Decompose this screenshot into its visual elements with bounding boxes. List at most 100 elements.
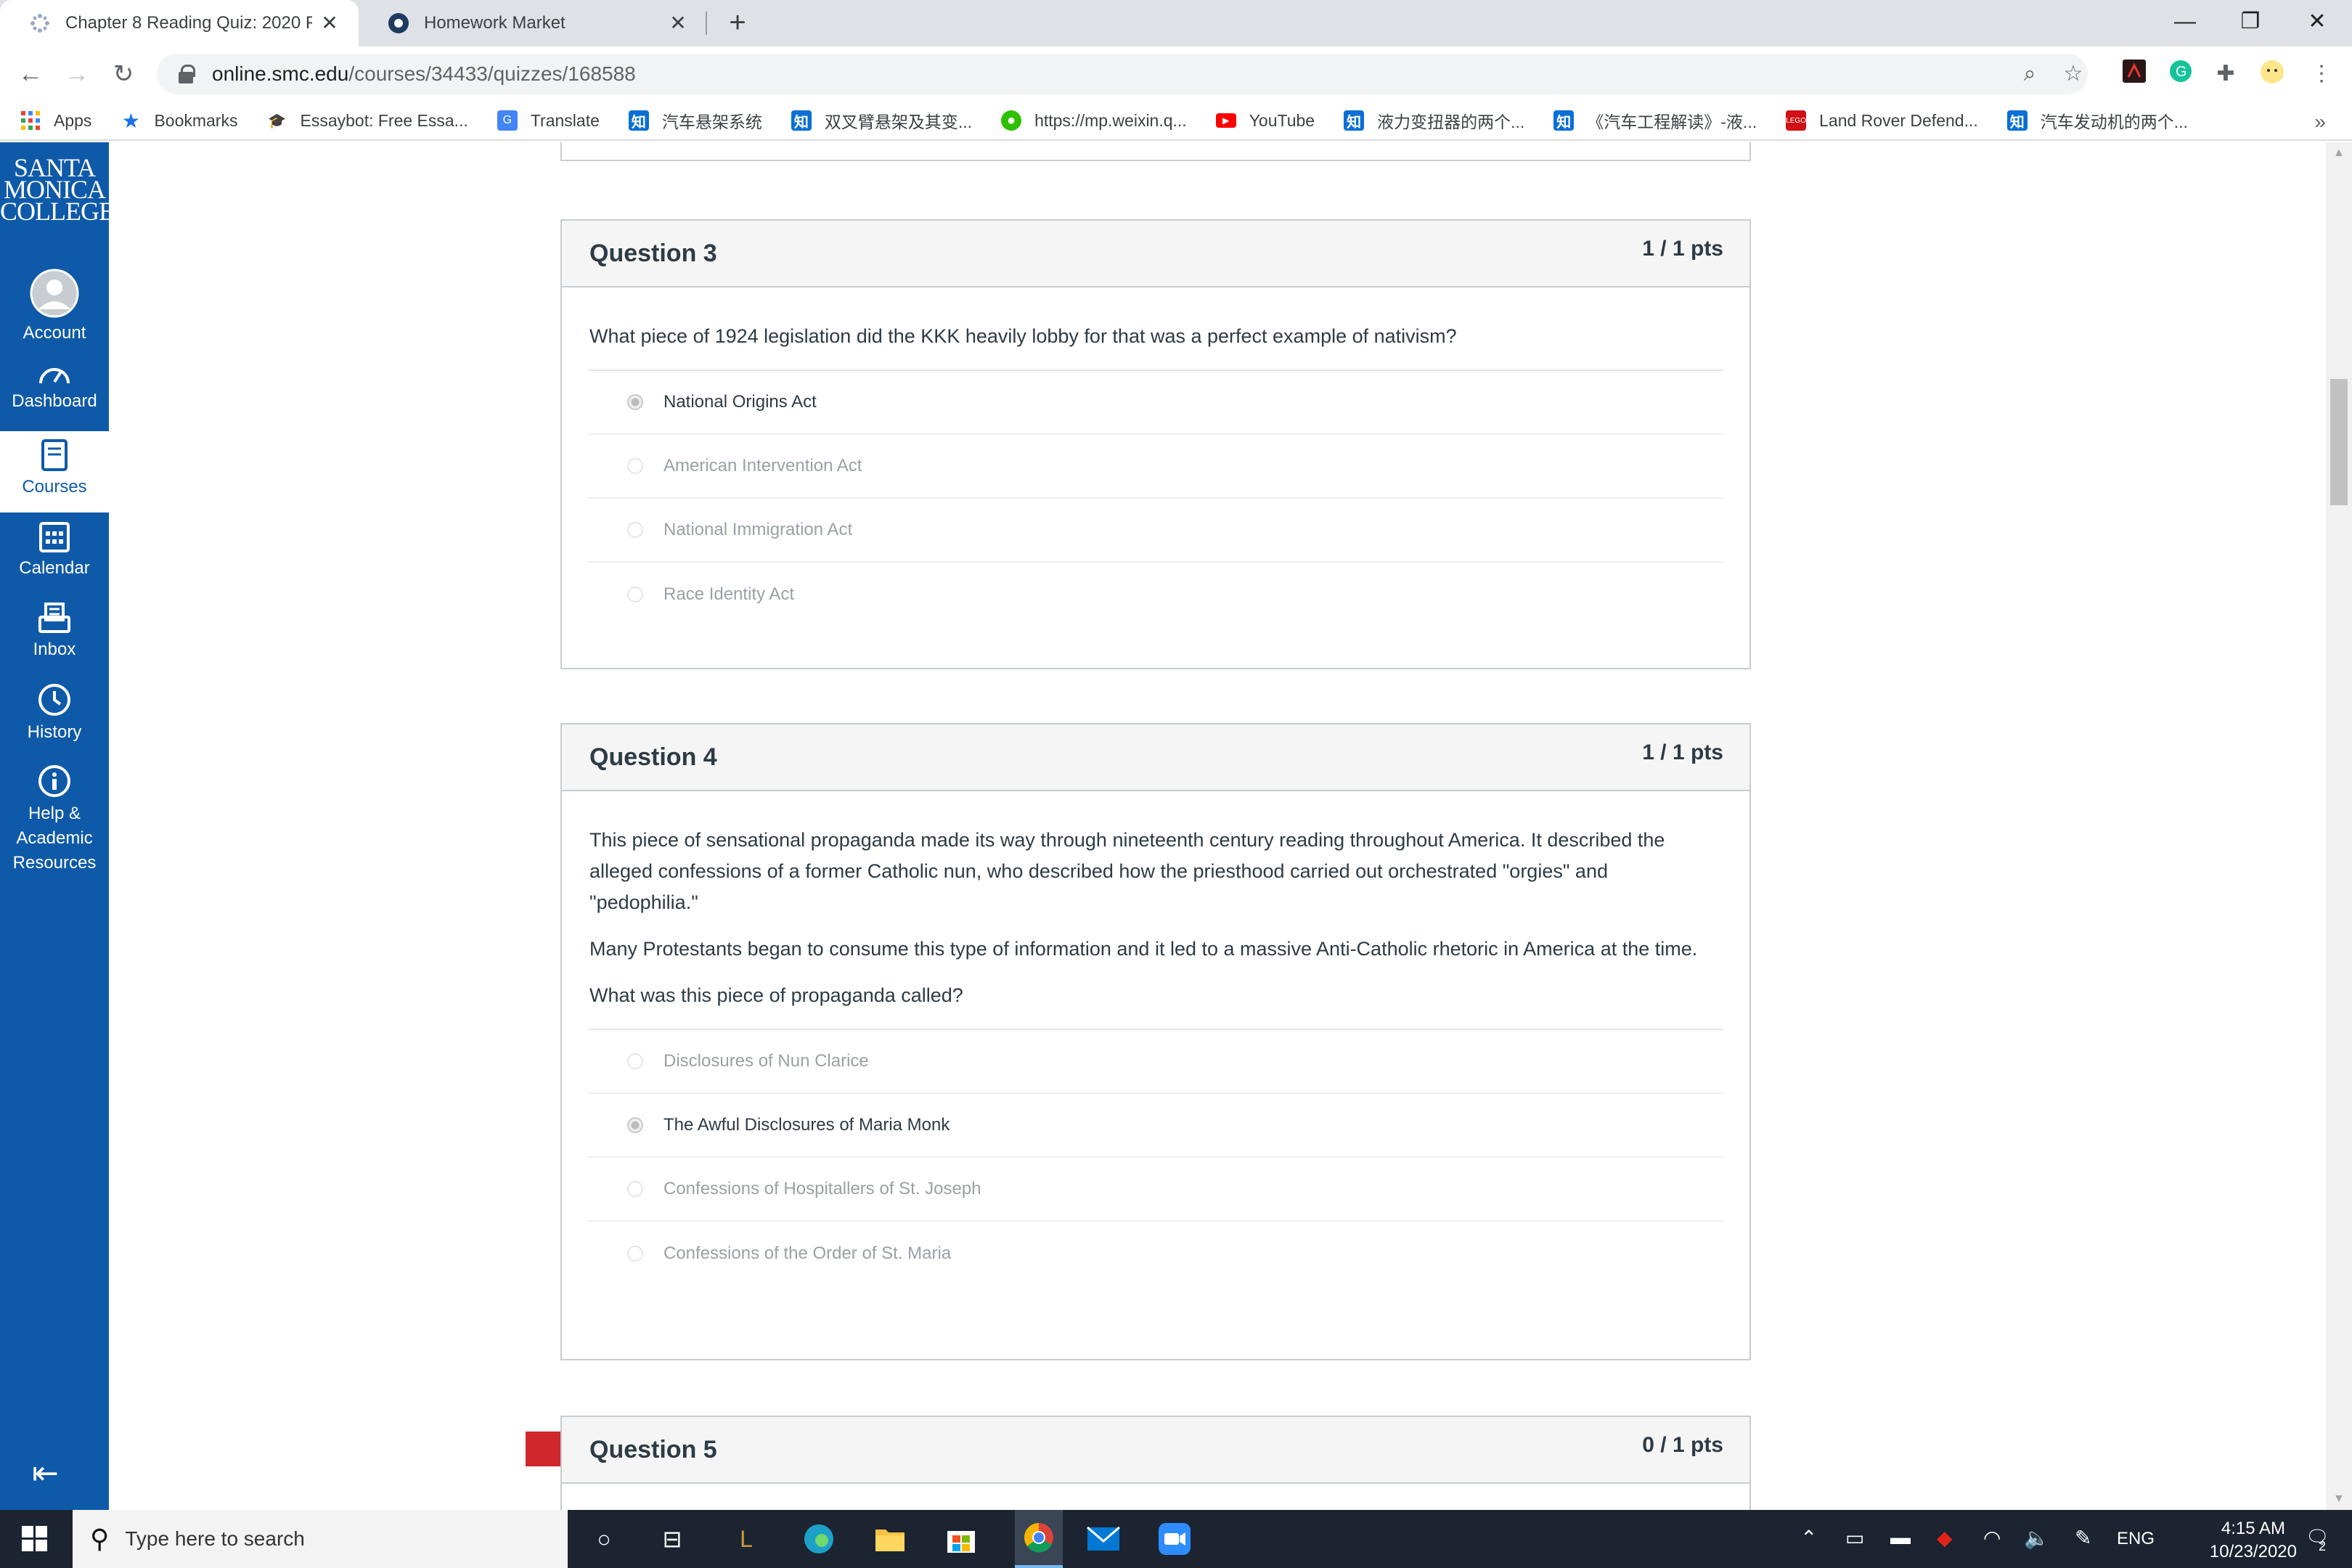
scrollbar-thumb[interactable] <box>2330 379 2348 505</box>
show-hidden-icons-icon[interactable]: ⌃ <box>1800 1526 1817 1550</box>
bookmark-bookmarks[interactable]: ★ Bookmarks <box>121 110 238 132</box>
radio-button[interactable] <box>627 1246 643 1262</box>
tab-homework-market[interactable]: Homework Market ✕ <box>359 0 707 46</box>
homework-market-favicon-icon <box>388 12 409 34</box>
radio-button[interactable] <box>627 458 643 474</box>
zhihu-icon: 知 <box>628 110 649 131</box>
new-tab-button[interactable]: + <box>723 8 752 38</box>
vivaldi-icon[interactable]: ◆ <box>1937 1526 1953 1550</box>
zhihu-icon: 知 <box>1344 110 1365 131</box>
canvas-favicon-icon <box>29 12 51 34</box>
back-icon[interactable]: ← <box>15 58 46 90</box>
browser-toolbar: ← → ↻ online.smc.edu/courses/34433/quizz… <box>0 46 2352 102</box>
scroll-down-icon[interactable]: ▼ <box>2333 1493 2345 1506</box>
pen-icon[interactable]: ✎ <box>2075 1526 2091 1550</box>
page-scrollbar[interactable]: ▲ ▼ <box>2326 142 2352 1510</box>
bookmark-zhihu-3[interactable]: 知 液力变扭器的两个... <box>1344 108 1524 133</box>
nav-dashboard[interactable]: Dashboard <box>0 360 109 414</box>
bookmark-youtube[interactable]: ▶ YouTube <box>1215 111 1315 131</box>
notifications-icon[interactable]: 🗨 <box>2306 1526 2329 1548</box>
answer-option[interactable]: American Intervention Act <box>588 435 1723 499</box>
mail-icon[interactable] <box>1086 1522 1121 1556</box>
collapse-nav-icon[interactable]: ⇤ <box>32 1455 59 1492</box>
radio-button[interactable] <box>627 522 643 538</box>
answer-option[interactable]: Confessions of the Order of St. Maria <box>588 1222 1723 1286</box>
adobe-extension-icon[interactable] <box>2120 60 2149 89</box>
extensions-puzzle-icon[interactable]: ✚ <box>2211 60 2240 89</box>
bookmark-translate[interactable]: G Translate <box>497 110 600 131</box>
radio-button[interactable] <box>627 587 643 603</box>
grammarly-extension-icon[interactable]: G <box>2166 60 2195 89</box>
radio-button[interactable] <box>627 1117 643 1133</box>
zoom-icon[interactable]: ⌕ <box>2015 60 2044 89</box>
bookmark-zhihu-5[interactable]: 知 汽车发动机的两个... <box>2006 108 2188 133</box>
lock-icon <box>179 65 195 83</box>
bookmark-zhihu-1[interactable]: 知 汽车悬架系统 <box>628 108 762 133</box>
chrome-taskbar-icon[interactable] <box>1015 1510 1063 1568</box>
santa-monica-college-logo[interactable]: SANTA MONICA COLLEGE <box>0 155 115 224</box>
bookmark-land-rover[interactable]: LEGO Land Rover Defend... <box>1786 110 1978 131</box>
taskbar-search-box[interactable]: ⚲ Type here to search <box>73 1510 568 1568</box>
chrome-menu-icon[interactable]: ⋮ <box>2307 60 2336 89</box>
taskbar-clock[interactable]: 4:15 AM 10/23/2020 <box>2210 1517 2297 1564</box>
nav-calendar[interactable]: Calendar <box>0 520 109 581</box>
radio-button[interactable] <box>627 394 643 410</box>
bookmark-zhihu-4[interactable]: 知 《汽车工程解读》-液... <box>1553 108 1757 133</box>
answer-option[interactable]: Confessions of Hospitallers of St. Josep… <box>588 1158 1723 1222</box>
scroll-up-icon[interactable]: ▲ <box>2333 147 2345 160</box>
answer-option-selected[interactable]: The Awful Disclosures of Maria Monk <box>588 1094 1723 1158</box>
help-info-icon <box>38 765 70 797</box>
notifications-count: 2 <box>2319 1539 2327 1553</box>
close-window-icon[interactable]: ✕ <box>2295 6 2339 38</box>
nav-courses[interactable]: Courses <box>0 431 109 513</box>
bookmark-weixin[interactable]: ● https://mp.weixin.q... <box>1001 110 1187 131</box>
nav-account[interactable]: Account <box>0 269 109 346</box>
bookmarks-bar: Apps ★ Bookmarks 🎓 Essaybot: Free Essa..… <box>0 102 2352 141</box>
windows-start-icon[interactable] <box>22 1526 48 1552</box>
battery-icon[interactable]: ▬ <box>1890 1526 1911 1549</box>
input-language[interactable]: ENG <box>2117 1529 2155 1549</box>
nav-history[interactable]: History <box>0 682 109 745</box>
answer-option[interactable]: National Immigration Act <box>588 499 1723 563</box>
cortana-icon[interactable]: ○ <box>587 1522 621 1556</box>
zhihu-icon: 知 <box>791 110 812 131</box>
bookmark-apps[interactable]: Apps <box>20 110 91 131</box>
bookmark-essaybot[interactable]: 🎓 Essaybot: Free Essa... <box>266 110 468 131</box>
radio-button[interactable] <box>627 1181 643 1197</box>
display-icon[interactable]: ▭ <box>1845 1526 1864 1550</box>
zoom-app-icon[interactable] <box>1157 1522 1192 1556</box>
microsoft-store-icon[interactable] <box>944 1522 979 1556</box>
file-explorer-icon[interactable] <box>873 1522 907 1556</box>
tab-title: Chapter 8 Reading Quiz: 2020 Fa <box>65 13 312 33</box>
translate-icon: G <box>497 110 518 131</box>
close-tab-icon[interactable]: ✕ <box>666 12 690 35</box>
previous-question-box <box>560 142 1751 161</box>
nav-help[interactable]: Help & Academic Resources <box>0 764 109 875</box>
answer-option-selected[interactable]: National Origins Act <box>588 371 1723 435</box>
close-tab-icon[interactable]: ✕ <box>318 12 341 35</box>
nav-inbox[interactable]: Inbox <box>0 601 109 662</box>
volume-icon[interactable]: 🔈 <box>2024 1526 2049 1550</box>
wifi-icon[interactable]: ◠ <box>1983 1526 2001 1550</box>
bookmarks-overflow-icon[interactable]: » <box>2314 110 2326 134</box>
bookmark-zhihu-2[interactable]: 知 双叉臂悬架及其变... <box>791 108 972 133</box>
task-view-icon[interactable]: ⊟ <box>655 1522 690 1556</box>
league-of-legends-icon[interactable]: L <box>729 1522 764 1556</box>
radio-button[interactable] <box>627 1053 643 1069</box>
answer-option[interactable]: Race Identity Act <box>588 563 1723 626</box>
essaybot-icon: 🎓 <box>268 113 286 129</box>
answer-option[interactable]: Disclosures of Nun Clarice <box>588 1030 1723 1094</box>
bookmark-star-icon[interactable]: ☆ <box>2059 60 2088 89</box>
edge-icon[interactable] <box>801 1522 836 1556</box>
profile-avatar-icon[interactable] <box>2258 60 2287 89</box>
restore-icon[interactable]: ❐ <box>2229 6 2272 38</box>
question-title: Question 5 <box>589 1436 717 1463</box>
search-icon: ⚲ <box>90 1524 110 1553</box>
forward-icon[interactable]: → <box>61 58 93 90</box>
address-bar[interactable]: online.smc.edu/courses/34433/quizzes/168… <box>157 54 2088 94</box>
tab-quiz[interactable]: Chapter 8 Reading Quiz: 2020 Fa ✕ <box>0 0 359 46</box>
reload-icon[interactable]: ↻ <box>107 58 139 90</box>
tab-title: Homework Market <box>424 13 565 33</box>
minimize-icon[interactable]: — <box>2163 6 2207 38</box>
zhihu-icon: 知 <box>1553 110 1575 131</box>
